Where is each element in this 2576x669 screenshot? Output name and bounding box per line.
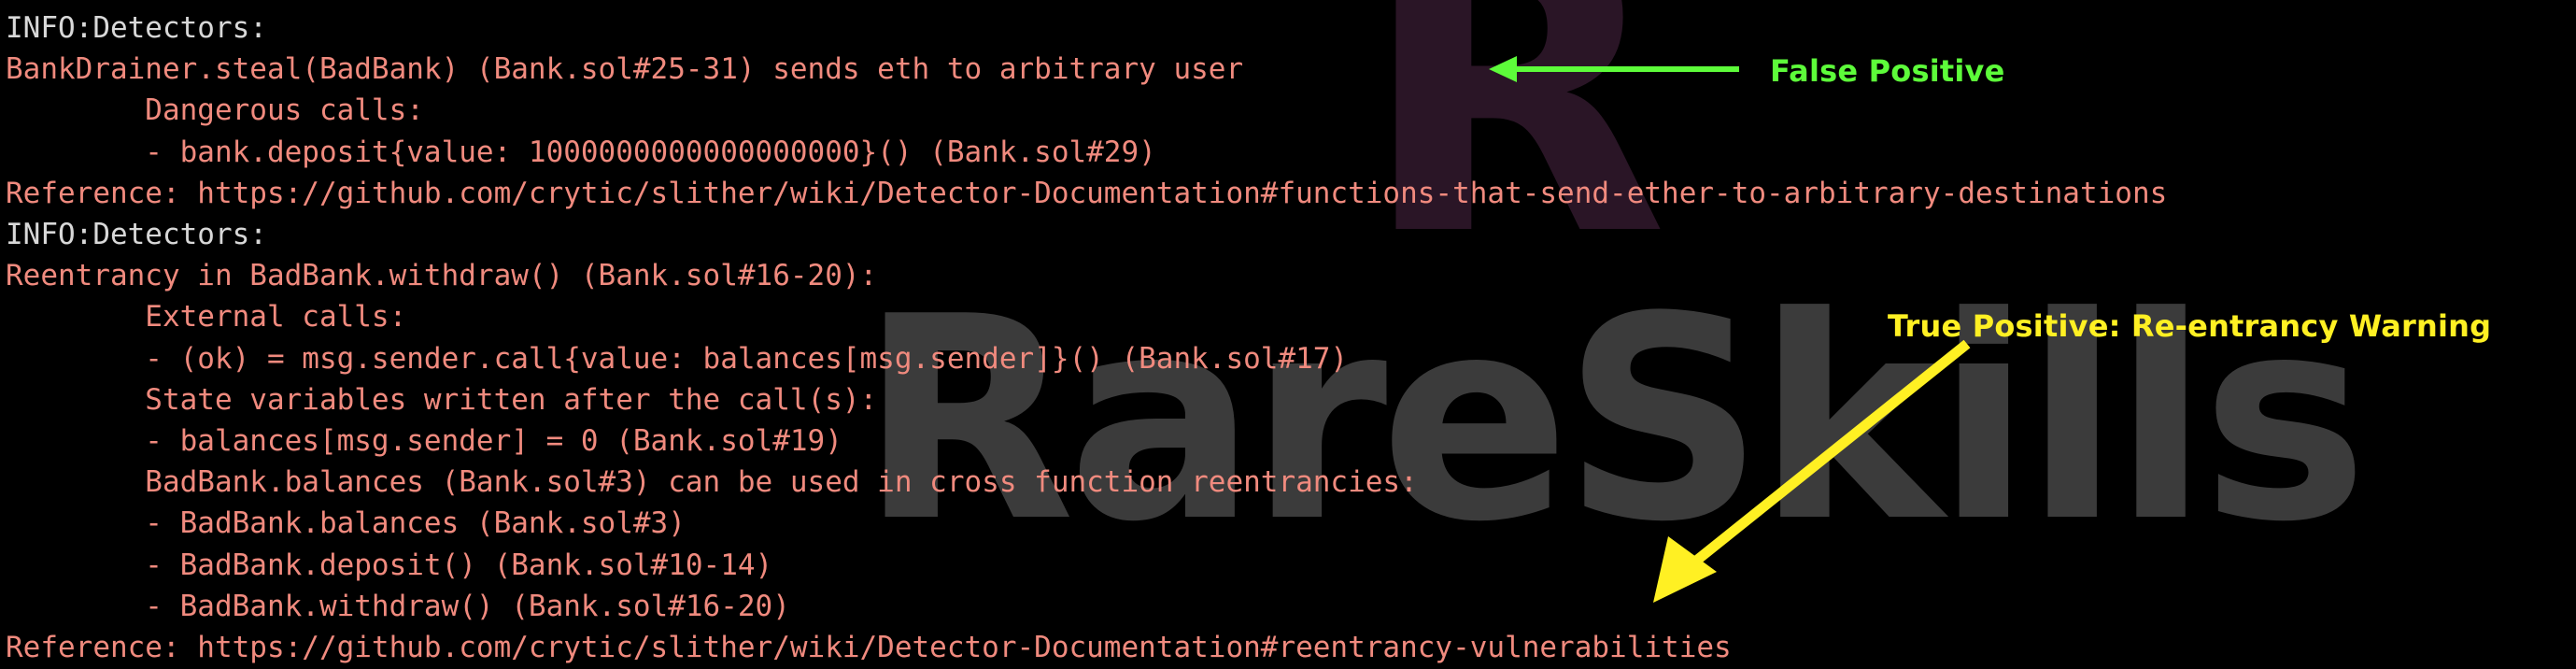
false-positive-label: False Positive (1770, 53, 2005, 89)
console-line: - (ok) = msg.sender.call{value: balances… (6, 341, 1349, 376)
console-line: Reference: https://github.com/crytic/sli… (6, 631, 1732, 665)
console-line: Dangerous calls: (6, 93, 424, 128)
false-positive-arrow-icon (1489, 56, 1739, 82)
console-line: Reference: https://github.com/crytic/sli… (6, 176, 2168, 210)
console-line: INFO:Detectors: (6, 11, 267, 45)
terminal-screenshot: R RareSkills INFO:Detectors: BankDrainer.… (0, 0, 2576, 669)
console-line: INFO:Detectors: (6, 218, 267, 252)
console-line: State variables written after the call(s… (6, 382, 878, 417)
console-line: - balances[msg.sender] = 0 (Bank.sol#19) (6, 424, 842, 459)
console-line: - BadBank.balances (Bank.sol#3) (6, 506, 686, 541)
console-line: - BadBank.deposit() (Bank.sol#10-14) (6, 548, 773, 582)
console-line: BankDrainer.steal(BadBank) (Bank.sol#25-… (6, 52, 1244, 87)
console-line: BadBank.balances (Bank.sol#3) can be use… (6, 465, 1418, 500)
console-line: Reentrancy in BadBank.withdraw() (Bank.s… (6, 259, 878, 293)
true-positive-arrow-icon (1653, 339, 1971, 603)
console-line: - bank.deposit{value: 100000000000000000… (6, 135, 1156, 169)
true-positive-label: True Positive: Re-entrancy Warning (1888, 308, 2492, 344)
console-line: - BadBank.withdraw() (Bank.sol#16-20) (6, 589, 790, 623)
